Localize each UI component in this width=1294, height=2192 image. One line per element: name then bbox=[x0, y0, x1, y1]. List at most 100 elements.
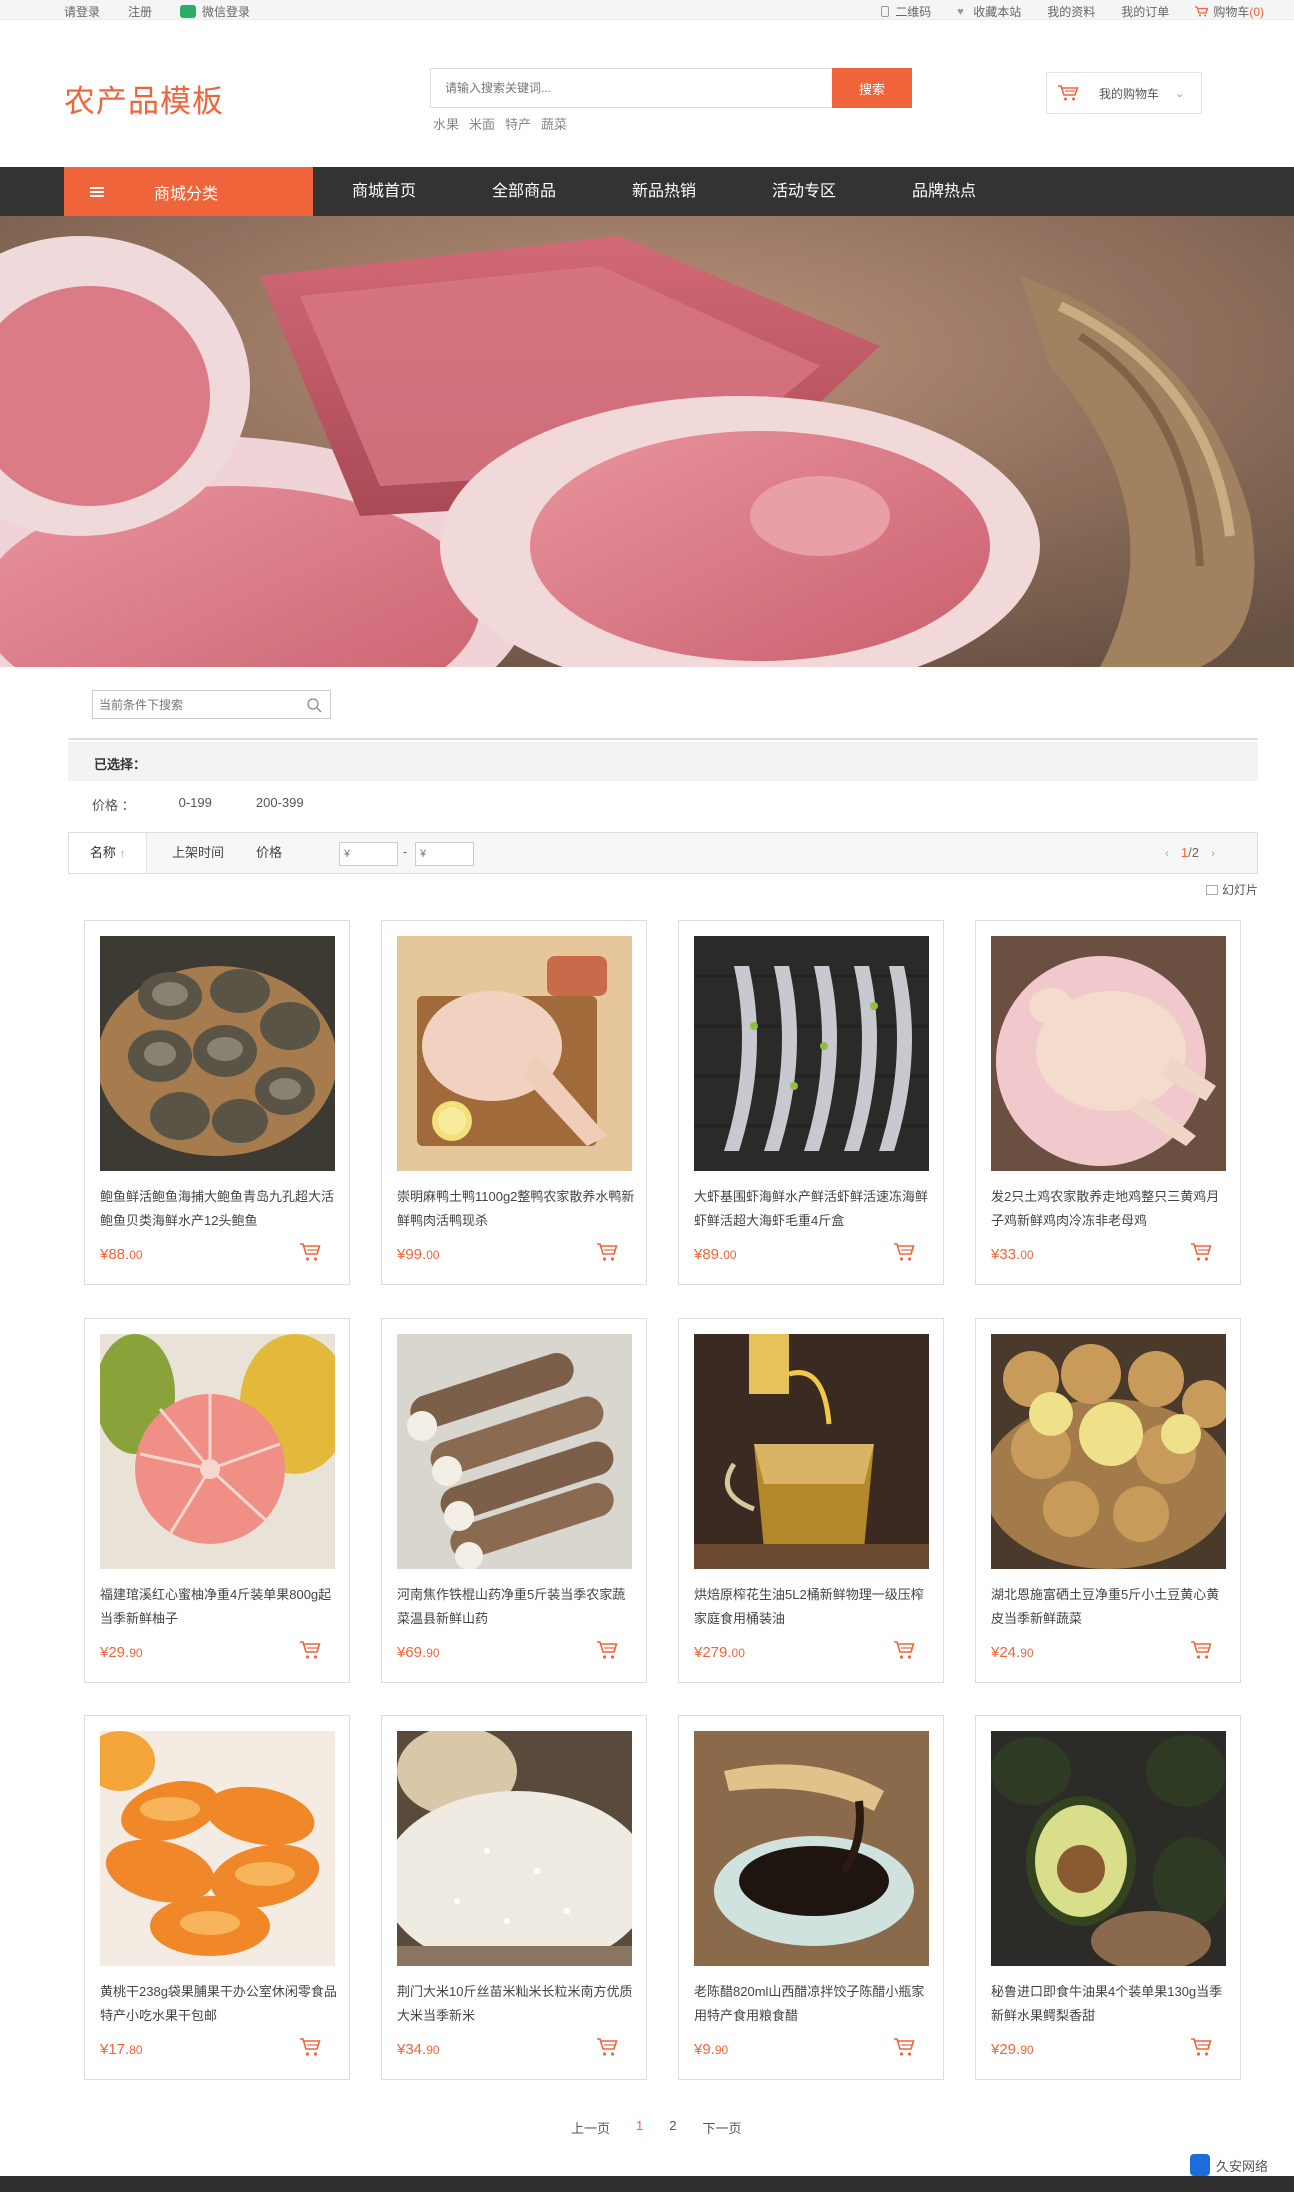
nav-item-new-hot[interactable]: 新品热销 bbox=[632, 167, 696, 216]
prev-page-icon[interactable]: ‹ bbox=[1165, 846, 1169, 860]
product-title[interactable]: 河南焦作铁棍山药净重5斤装当季农家蔬菜温县新鲜山药 bbox=[397, 1583, 637, 1631]
hero-banner[interactable] bbox=[0, 216, 1294, 667]
product-image[interactable] bbox=[694, 936, 929, 1171]
add-to-cart-icon[interactable] bbox=[893, 2036, 915, 2058]
product-title[interactable]: 崇明麻鸭土鸭1100g2整鸭农家散养水鸭新鲜鸭肉活鸭现杀 bbox=[397, 1185, 637, 1233]
product-title[interactable]: 发2只土鸡农家散养走地鸡整只三黄鸡月子鸡新鲜鸡肉冷冻非老母鸡 bbox=[991, 1185, 1231, 1233]
nav-item-home[interactable]: 商城首页 bbox=[352, 167, 416, 216]
product-title[interactable]: 鲍鱼鲜活鲍鱼海捕大鲍鱼青岛九孔超大活鲍鱼贝类海鲜水产12头鲍鱼 bbox=[100, 1185, 340, 1233]
price-integer: ¥33. bbox=[991, 1246, 1021, 1263]
topbar-cart-link[interactable]: 购物车 (0) bbox=[1195, 3, 1264, 20]
heart-icon: ♥ bbox=[957, 5, 964, 18]
product-title[interactable]: 福建琯溪红心蜜柚净重4斤装单果800g起当季新鲜柚子 bbox=[100, 1583, 340, 1631]
product-title[interactable]: 烘焙原榨花生油5L2桶新鲜物理一级压榨家庭食用桶装油 bbox=[694, 1583, 934, 1631]
page-current: 1 bbox=[1180, 845, 1189, 860]
my-cart-button[interactable]: 我的购物车 ⌄ bbox=[1046, 72, 1202, 114]
price-range-option[interactable]: 200-399 bbox=[256, 795, 304, 814]
add-to-cart-icon[interactable] bbox=[299, 2036, 321, 2058]
product-card[interactable]: 烘焙原榨花生油5L2桶新鲜物理一级压榨家庭食用桶装油 ¥279.00 bbox=[678, 1318, 944, 1683]
page-link[interactable]: 2 bbox=[669, 2118, 676, 2137]
favorite-link[interactable]: ♥ 收藏本站 bbox=[957, 3, 1021, 20]
product-card[interactable]: 老陈醋820ml山西醋凉拌饺子陈醋小瓶家用特产食用粮食醋 ¥9.90 bbox=[678, 1715, 944, 2080]
hot-word-link[interactable]: 蔬菜 bbox=[541, 114, 567, 133]
slideshow-toggle[interactable]: 幻灯片 bbox=[1205, 881, 1258, 898]
next-page-icon[interactable]: › bbox=[1211, 846, 1215, 860]
product-card[interactable]: 河南焦作铁棍山药净重5斤装当季农家蔬菜温县新鲜山药 ¥69.90 bbox=[381, 1318, 647, 1683]
add-to-cart-icon[interactable] bbox=[596, 1639, 618, 1661]
search-button[interactable]: 搜索 bbox=[832, 68, 912, 108]
product-image[interactable] bbox=[397, 1334, 632, 1569]
hot-word-link[interactable]: 水果 bbox=[433, 114, 459, 133]
price-decimal: 00 bbox=[426, 1248, 440, 1262]
login-link[interactable]: 请登录 bbox=[64, 3, 100, 20]
filter-search-input[interactable] bbox=[93, 691, 293, 718]
product-card[interactable]: 崇明麻鸭土鸭1100g2整鸭农家散养水鸭新鲜鸭肉活鸭现杀 ¥99.00 bbox=[381, 920, 647, 1285]
my-orders-link[interactable]: 我的订单 bbox=[1121, 3, 1169, 20]
product-image[interactable] bbox=[991, 1731, 1226, 1966]
price-decimal: 00 bbox=[723, 1248, 737, 1262]
add-to-cart-icon[interactable] bbox=[1190, 1241, 1212, 1263]
price-min-input[interactable] bbox=[339, 842, 398, 866]
price-range-option[interactable]: 0-199 bbox=[179, 795, 212, 814]
wechat-login-link[interactable]: 微信登录 bbox=[180, 3, 250, 20]
prev-page-link[interactable]: 上一页 bbox=[571, 2118, 610, 2137]
product-image[interactable] bbox=[100, 1731, 335, 1966]
nav-item-all-products[interactable]: 全部商品 bbox=[492, 167, 556, 216]
product-card[interactable]: 秘鲁进口即食牛油果4个装单果130g当季新鲜水果鳄梨香甜 ¥29.90 bbox=[975, 1715, 1241, 2080]
hot-word-link[interactable]: 特产 bbox=[505, 114, 531, 133]
register-link[interactable]: 注册 bbox=[128, 3, 152, 20]
product-image[interactable] bbox=[100, 936, 335, 1171]
product-title[interactable]: 大虾基围虾海鲜水产鲜活虾鲜活速冻海鲜虾鲜活超大海虾毛重4斤盒 bbox=[694, 1185, 934, 1233]
product-card[interactable]: 发2只土鸡农家散养走地鸡整只三黄鸡月子鸡新鲜鸡肉冷冻非老母鸡 ¥33.00 bbox=[975, 920, 1241, 1285]
add-to-cart-icon[interactable] bbox=[1190, 2036, 1212, 2058]
add-to-cart-icon[interactable] bbox=[299, 1241, 321, 1263]
product-card[interactable]: 福建琯溪红心蜜柚净重4斤装单果800g起当季新鲜柚子 ¥29.90 bbox=[84, 1318, 350, 1683]
next-page-link[interactable]: 下一页 bbox=[702, 2118, 741, 2137]
product-card[interactable]: 黄桃干238g袋果脯果干办公室休闲零食品特产小吃水果干包邮 ¥17.80 bbox=[84, 1715, 350, 2080]
page-total: /2 bbox=[1188, 845, 1199, 860]
product-title[interactable]: 荆门大米10斤丝苗米籼米长粒米南方优质大米当季新米 bbox=[397, 1980, 637, 2028]
search-input[interactable] bbox=[431, 69, 832, 107]
watermark-logo bbox=[1190, 2154, 1210, 2176]
my-profile-link[interactable]: 我的资料 bbox=[1047, 3, 1095, 20]
product-card[interactable]: 荆门大米10斤丝苗米籼米长粒米南方优质大米当季新米 ¥34.90 bbox=[381, 1715, 647, 2080]
product-title[interactable]: 秘鲁进口即食牛油果4个装单果130g当季新鲜水果鳄梨香甜 bbox=[991, 1980, 1231, 2028]
hot-word-link[interactable]: 米面 bbox=[469, 114, 495, 133]
product-image[interactable] bbox=[991, 936, 1226, 1171]
banner-image bbox=[0, 216, 1294, 667]
add-to-cart-icon[interactable] bbox=[893, 1241, 915, 1263]
product-image[interactable] bbox=[991, 1334, 1226, 1569]
product-image[interactable] bbox=[100, 1334, 335, 1569]
nav-item-brands[interactable]: 品牌热点 bbox=[912, 167, 976, 216]
add-to-cart-icon[interactable] bbox=[1190, 1639, 1212, 1661]
search-icon[interactable] bbox=[306, 697, 322, 713]
footer-bar bbox=[0, 2176, 1294, 2192]
product-card[interactable]: 大虾基围虾海鲜水产鲜活虾鲜活速冻海鲜虾鲜活超大海虾毛重4斤盒 ¥89.00 bbox=[678, 920, 944, 1285]
add-to-cart-icon[interactable] bbox=[596, 1241, 618, 1263]
product-title[interactable]: 老陈醋820ml山西醋凉拌饺子陈醋小瓶家用特产食用粮食醋 bbox=[694, 1980, 934, 2028]
product-card[interactable]: 湖北恩施富硒土豆净重5斤小土豆黄心黄皮当季新鲜蔬菜 ¥24.90 bbox=[975, 1318, 1241, 1683]
page-link[interactable]: 1 bbox=[636, 2118, 643, 2137]
price-decimal: 80 bbox=[129, 2043, 143, 2057]
price-max-input[interactable] bbox=[415, 842, 474, 866]
sort-by-time-button[interactable]: 上架时间 bbox=[172, 833, 224, 873]
price-integer: ¥29. bbox=[100, 1644, 130, 1661]
add-to-cart-icon[interactable] bbox=[596, 2036, 618, 2058]
sort-by-price-button[interactable]: 价格 bbox=[256, 833, 282, 873]
product-image[interactable] bbox=[694, 1334, 929, 1569]
category-menu-button[interactable]: 商城分类 bbox=[64, 167, 313, 216]
product-title[interactable]: 黄桃干238g袋果脯果干办公室休闲零食品特产小吃水果干包邮 bbox=[100, 1980, 340, 2028]
product-image[interactable] bbox=[397, 1731, 632, 1966]
arrow-up-icon: ↑ bbox=[119, 848, 126, 860]
product-card[interactable]: 鲍鱼鲜活鲍鱼海捕大鲍鱼青岛九孔超大活鲍鱼贝类海鲜水产12头鲍鱼 ¥88.00 bbox=[84, 920, 350, 1285]
product-image[interactable] bbox=[694, 1731, 929, 1966]
add-to-cart-icon[interactable] bbox=[299, 1639, 321, 1661]
main-nav: 商城分类 商城首页 全部商品 新品热销 活动专区 品牌热点 bbox=[0, 167, 1294, 216]
product-title[interactable]: 湖北恩施富硒土豆净重5斤小土豆黄心黄皮当季新鲜蔬菜 bbox=[991, 1583, 1231, 1631]
nav-item-promotions[interactable]: 活动专区 bbox=[772, 167, 836, 216]
product-image[interactable] bbox=[397, 936, 632, 1171]
sort-by-name-button[interactable]: 名称 ↑ bbox=[69, 833, 147, 873]
site-logo[interactable]: 农产品模板 bbox=[64, 76, 224, 121]
qrcode-link[interactable]: 二维码 bbox=[881, 3, 931, 20]
add-to-cart-icon[interactable] bbox=[893, 1639, 915, 1661]
